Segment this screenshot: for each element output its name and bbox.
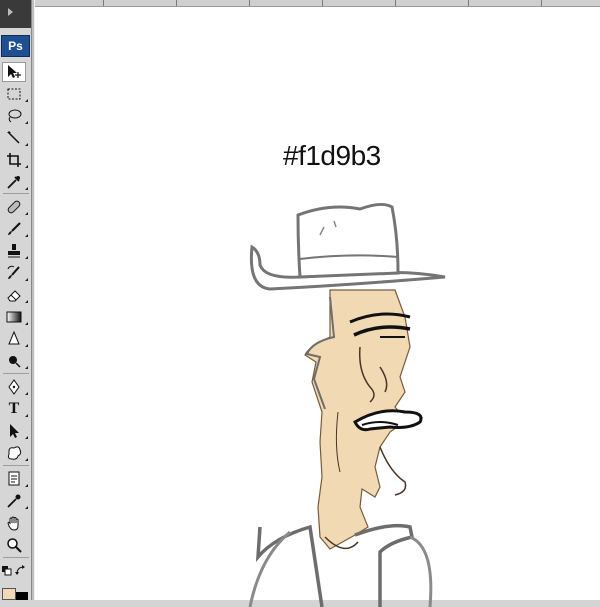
hex-color-label: #f1d9b3 (283, 140, 381, 171)
blur-icon (8, 331, 20, 345)
background-color-swatch[interactable] (16, 592, 28, 600)
gradient-icon (6, 311, 22, 323)
lasso-icon (8, 109, 22, 123)
zoom-tool[interactable] (2, 535, 26, 555)
eyedropper-tool-2[interactable] (2, 491, 28, 511)
magic-wand-icon (7, 131, 20, 144)
hand-tool[interactable] (2, 513, 26, 533)
brush-tool[interactable] (2, 219, 28, 239)
shape-tool[interactable] (2, 443, 28, 463)
notes-tool[interactable] (2, 469, 28, 489)
default-colors-icon (2, 566, 12, 576)
path-select-tool[interactable] (2, 421, 28, 441)
collapse-icon[interactable] (8, 8, 13, 16)
stamp-icon (8, 244, 20, 258)
gradient-tool[interactable] (2, 307, 28, 327)
crop-tool[interactable] (2, 150, 28, 170)
history-brush-tool[interactable] (2, 263, 28, 283)
photoshop-logo: Ps (1, 35, 30, 57)
hand-icon (7, 516, 19, 531)
pen-icon (8, 379, 20, 395)
default-colors-button[interactable] (1, 565, 13, 577)
foreground-color-swatch[interactable] (2, 588, 16, 600)
ruler (35, 0, 600, 7)
move-tool[interactable] (2, 62, 26, 82)
bandage-icon (7, 200, 21, 214)
zoom-icon (7, 538, 22, 553)
marquee-tool[interactable] (2, 84, 28, 104)
dodge-icon (9, 356, 21, 368)
dodge-tool[interactable] (2, 351, 28, 371)
custom-shape-icon (7, 446, 22, 460)
eyedropper-icon (7, 176, 20, 189)
document-canvas[interactable]: #f1d9b3 (35, 7, 600, 607)
eraser-tool[interactable] (2, 285, 28, 305)
panel-header[interactable] (0, 0, 33, 28)
cartoon-man-illustration (248, 202, 446, 607)
swap-colors-button[interactable] (15, 565, 27, 577)
blur-tool[interactable] (2, 329, 28, 349)
swap-icon (15, 565, 25, 575)
type-tool[interactable]: T (2, 399, 28, 419)
clone-stamp-tool[interactable] (2, 241, 28, 261)
history-brush-icon (7, 265, 20, 279)
arrow-icon (10, 424, 19, 438)
notes-icon (8, 471, 20, 486)
brush-icon (8, 222, 21, 235)
lasso-tool[interactable] (2, 106, 28, 126)
pen-tool[interactable] (2, 377, 28, 397)
move-icon (8, 65, 21, 78)
eraser-icon (7, 290, 21, 302)
eyedropper-icon (7, 494, 21, 508)
type-icon: T (8, 400, 20, 417)
eyedropper-tool[interactable] (2, 172, 28, 192)
crop-icon (7, 153, 21, 167)
quick-select-tool[interactable] (2, 128, 28, 148)
healing-brush-tool[interactable] (2, 197, 28, 217)
marquee-icon (7, 88, 21, 100)
